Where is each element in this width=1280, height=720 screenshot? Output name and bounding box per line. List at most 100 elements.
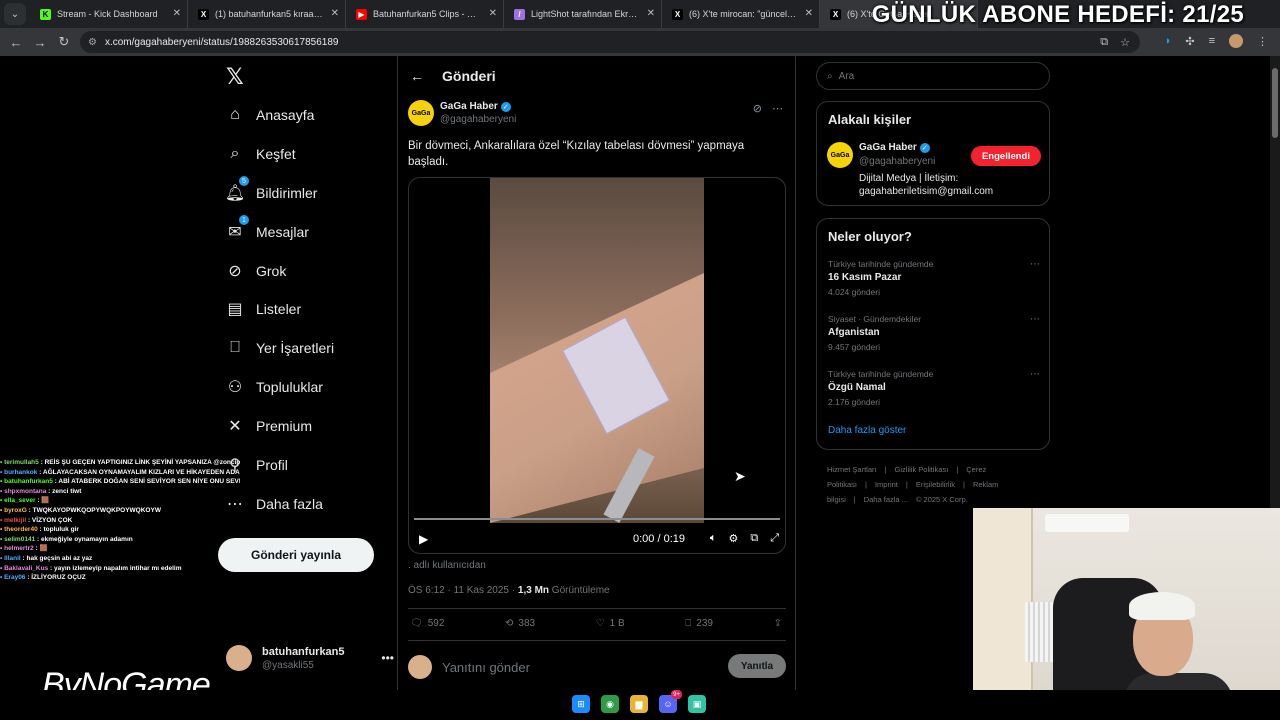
post-button[interactable]: Gönderi yayınla [218, 538, 374, 572]
nav-item-bookmark[interactable]: ⎕ Yer İşaretleri [218, 329, 334, 367]
footer-link[interactable]: Gizlilik Politikası [895, 465, 949, 474]
trend-item[interactable]: Türkiye tarihinde gündemde 16 Kasım Pazar… [828, 259, 1040, 297]
close-icon[interactable]: ✕ [331, 8, 339, 19]
nav-glyph: ⌂ [230, 106, 240, 123]
chat-message: • terimullah5 : REİS ŞU GEÇEN YAPTIGINIZ… [0, 458, 240, 468]
play-icon[interactable]: ▶ [419, 532, 428, 546]
chat-message: • helmertr2 : 🟫 [0, 544, 240, 554]
footer-link[interactable]: Daha fazla ... [864, 495, 908, 504]
reply-action[interactable]: 🗨︎ 592 [410, 618, 444, 629]
chat-message: • byroxG : TWQKAYOPWKQOPYWQKPOYWQKOYW [0, 506, 240, 516]
close-icon[interactable]: ✕ [647, 8, 655, 19]
volume-icon[interactable]: 🔈︎ [710, 532, 717, 545]
nav-glyph: ⊘ [228, 263, 242, 280]
nav-item-list[interactable]: ▤ Listeler [218, 290, 301, 328]
browser-menu-icon[interactable]: ⋮ [1257, 35, 1268, 48]
more-horizontal-icon[interactable]: ⋯ [1030, 259, 1040, 270]
repost-action[interactable]: ⟲ 383 [505, 618, 535, 629]
post-author[interactable]: GaGa GaGa Haber ✓ @gagahaberyeni [408, 100, 516, 126]
nav-label: Premium [256, 418, 313, 434]
related-name-row[interactable]: GaGa Haber ✓ [859, 142, 930, 153]
post-timestamp[interactable]: ÖS 6:12 · 11 Kas 2025 · [408, 585, 518, 596]
heart-icon: ♡ [595, 618, 605, 629]
more-horizontal-icon[interactable]: ⋯ [1030, 369, 1040, 380]
nav-item-communities[interactable]: ⚇ Topluluklar [218, 368, 323, 406]
extension-icon[interactable]: ◗ [1165, 35, 1172, 47]
nav-item-home[interactable]: ⌂ Anasayfa [218, 96, 314, 134]
settings-gear-icon[interactable]: ⚙ [728, 532, 738, 545]
video-source[interactable]: . adlı kullanıcıdan [408, 560, 486, 571]
nav-item-mail[interactable]: ✉ 1 Mesajlar [218, 213, 309, 251]
trend-item[interactable]: Türkiye tarihinde gündemde Özgü Namal 2.17… [828, 369, 1040, 407]
share-icon[interactable]: ⇪ [774, 618, 782, 629]
discord-icon[interactable]: ☺ 9+ [659, 690, 682, 713]
communities-icon: ⚇ [218, 377, 252, 397]
back-arrow-icon[interactable]: ← [410, 68, 424, 84]
screen: { "browser": { "tabs": [ {"label": "Stre… [0, 0, 1280, 720]
video-progress-bar[interactable] [414, 518, 780, 520]
related-person[interactable]: GaGa GaGa Haber ✓ @gagahaberyeni Dijital … [827, 142, 1041, 197]
nav-item-search[interactable]: ⌕ Keşfet [218, 135, 296, 173]
author-name: GaGa Haber [440, 101, 498, 112]
nav-item-bell[interactable]: 🔔︎ 5 Bildirimler [218, 174, 317, 212]
scrollbar-thumb[interactable] [1272, 68, 1278, 138]
trend-item[interactable]: Siyaset · Gündemdekiler Afganistan 9.457 g… [828, 314, 1040, 352]
more-horizontal-icon[interactable]: ••• [381, 651, 394, 665]
author-avatar[interactable]: GaGa [408, 100, 434, 126]
close-icon[interactable]: ✕ [805, 8, 813, 19]
file-explorer-icon[interactable]: ▆ [630, 695, 648, 713]
chat-text: topluluk gir [43, 526, 79, 534]
footer-link[interactable]: Hizmet Şartları [827, 465, 877, 474]
footer-link[interactable]: Erişilebilirlik [916, 480, 955, 489]
reply-button[interactable]: Yanıtla [728, 654, 786, 678]
close-icon[interactable]: ✕ [173, 8, 181, 19]
chrome-icon[interactable]: ◉ [601, 695, 619, 713]
back-icon[interactable]: ← [4, 35, 28, 50]
like-action[interactable]: ♡ 1 B [596, 618, 625, 629]
forward-icon[interactable]: → [28, 35, 52, 50]
bookmark-star-icon[interactable]: ☆ [1120, 36, 1130, 49]
site-info-icon[interactable]: ⚙ [88, 37, 97, 48]
streamlabs-icon[interactable]: ▣ [688, 695, 706, 713]
grok-icon[interactable]: ⊘ [753, 102, 762, 115]
fullscreen-icon[interactable]: ⤢ [770, 532, 779, 545]
extensions-puzzle-icon[interactable]: ✣ [1185, 35, 1194, 48]
account-switcher[interactable]: batuhanfurkan5 @yasakli55 ••• [226, 641, 394, 675]
video-frame[interactable] [490, 178, 704, 523]
more-horizontal-icon[interactable]: ⋯ [772, 102, 783, 115]
bookmark-action[interactable]: ⎕ 239 [685, 618, 713, 629]
related-avatar[interactable]: GaGa [827, 142, 853, 168]
nav-item-grok[interactable]: ⊘ Grok [218, 252, 286, 290]
browser-tab[interactable]: / LightShot tarafından Ekran Görüntüsü ✕ [504, 0, 662, 28]
nav-item-x-premium[interactable]: ✕ Premium [218, 407, 312, 445]
picture-in-picture-icon[interactable]: ⧉ [750, 532, 758, 545]
trend-context: Türkiye tarihinde gündemde [828, 259, 934, 269]
chat-username: burhankok [4, 468, 38, 476]
browser-tab[interactable]: X (6) X'te mirocan: "güncel mizah ✕ [662, 0, 820, 28]
related-name: GaGa Haber [859, 142, 917, 153]
nav-glyph: ▤ [227, 301, 243, 318]
footer-link[interactable]: © 2025 X Corp. [916, 495, 968, 504]
related-bio: Dijital Medya | İletişim: gagahaberileti… [859, 173, 994, 197]
show-more-link[interactable]: Daha fazla göster [828, 425, 906, 436]
browser-tab[interactable]: X (1) batuhanfurkan5 kıraathanesi ✕ [188, 0, 346, 28]
mail-icon: ✉ 1 [218, 215, 252, 242]
x-logo-icon[interactable]: 𝕏 [226, 64, 244, 90]
profile-avatar[interactable] [1229, 34, 1243, 48]
browser-tab[interactable]: K Stream - Kick Dashboard ✕ [30, 0, 188, 28]
blocked-button[interactable]: Engellendi [971, 146, 1041, 166]
video-player[interactable]: ➤ ▶ 0:00 / 0:19 🔈︎ ⚙ ⧉ ⤢ [408, 177, 786, 554]
close-icon[interactable]: ✕ [489, 8, 497, 19]
reply-input[interactable]: Yanıtını gönder [442, 660, 530, 675]
windows-start-icon[interactable]: ⊞ [572, 695, 590, 713]
url-field[interactable]: ⚙ x.com/gagahaberyeni/status/19882635306… [80, 31, 1140, 53]
search-input[interactable]: ⌕ Ara [816, 62, 1050, 90]
more-horizontal-icon[interactable]: ⋯ [1030, 314, 1040, 325]
reload-icon[interactable]: ↻ [52, 34, 76, 50]
tab-search-button[interactable]: ⌄ [4, 3, 26, 25]
footer-link[interactable]: Imprint [875, 480, 898, 489]
browser-tab[interactable]: ▶ Batuhanfurkan5 Clips - YouTube ✕ [346, 0, 504, 28]
author-name-row[interactable]: GaGa Haber ✓ [440, 101, 516, 112]
install-app-icon[interactable]: ⧉ [1100, 36, 1108, 49]
reading-list-icon[interactable]: ≡ [1209, 35, 1215, 47]
